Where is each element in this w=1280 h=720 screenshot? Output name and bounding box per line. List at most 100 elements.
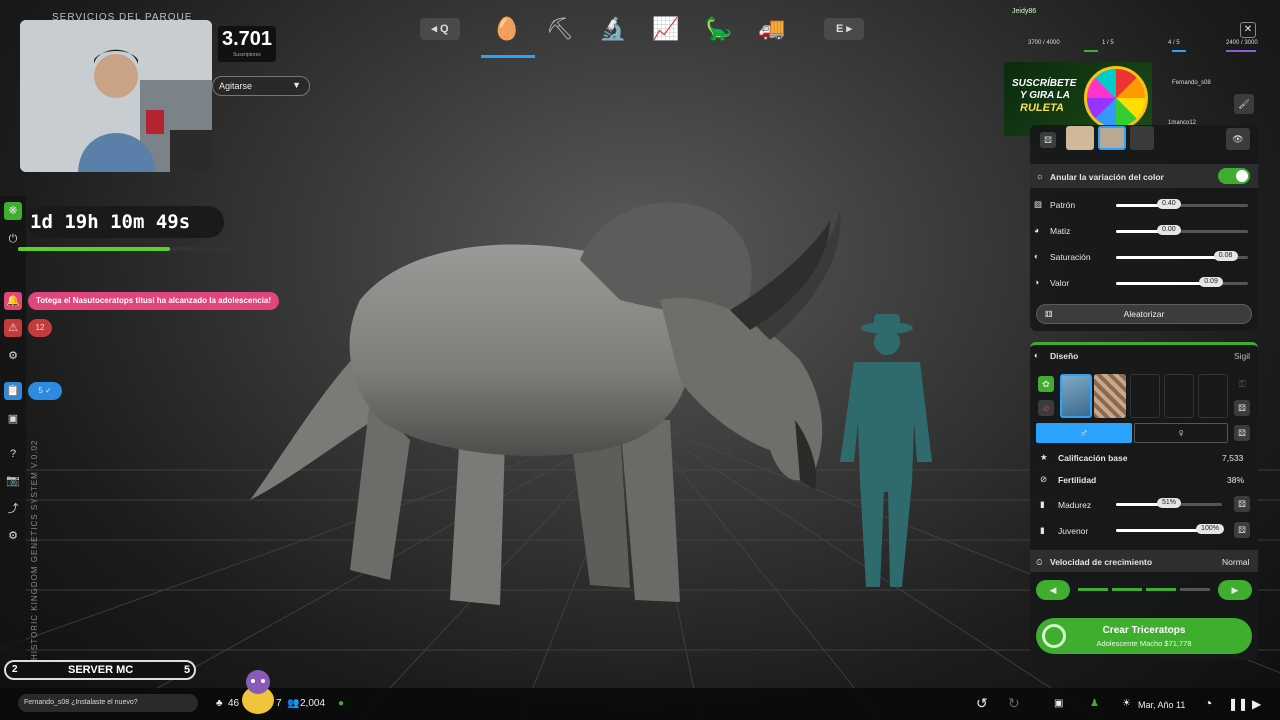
timer-progress-fill [18,247,170,251]
slider-label: Matiz [1050,226,1071,236]
slider-fill [1116,282,1212,285]
camera-icon[interactable]: 📷 [4,472,22,490]
bell-icon[interactable]: 🔔 [4,292,22,310]
promo-line2: Y GIRA LA [1020,90,1071,101]
alerts-count-badge[interactable]: 12 [28,319,52,337]
growth-step-1 [1078,588,1108,591]
palette-icon: ◐ [1034,350,1040,360]
growth-increase-button[interactable]: ▶ [1218,580,1252,600]
design-slot-2[interactable] [1094,374,1126,418]
juvenile-value[interactable]: 100% [1196,524,1224,534]
paint-brush-icon[interactable]: 🖌 [1234,94,1254,114]
lock-icon[interactable]: ⚿ [1234,376,1250,392]
subscriber-counter: 3.701 Suscriptores [218,26,276,62]
male-gender-button[interactable]: ♂ [1036,423,1132,443]
design-slot-1[interactable] [1060,374,1092,418]
money-icon: ● [338,698,345,709]
design-slot-3[interactable] [1130,374,1160,418]
base-rating-value: 7,533 [1222,453,1244,463]
mascot-icon [236,666,280,716]
clipboard-icon[interactable]: 📋 [4,382,22,400]
design-slot-5[interactable] [1198,374,1228,418]
dino-list-icon[interactable]: 🦕 [703,14,735,44]
maturity-value[interactable]: 51% [1157,498,1181,508]
dice-icon-5[interactable]: ⚄ [1234,522,1250,538]
excavation-icon[interactable]: ⛏ [544,14,576,44]
speed-dial-icon[interactable]: ◔ [1204,695,1212,711]
chevron-down-icon: ▼ [292,80,301,90]
play-icon[interactable]: ▶ [1252,697,1261,711]
tasks-count-badge[interactable]: 5 ✓ [28,382,62,400]
redo-icon[interactable]: ↻ [1008,695,1020,712]
growth-decrease-button[interactable]: ◀ [1036,580,1070,600]
help-icon[interactable]: ? [4,445,22,463]
undo-icon[interactable]: ↺ [976,695,988,712]
create-sublabel: Adolescente Macho $71,778 [1096,639,1192,648]
stat-bar-3 [1226,50,1256,52]
server-left-number: 2 [12,664,18,675]
route-icon[interactable]: ⤴ [4,500,22,518]
dino-count: 46 [228,698,240,709]
dice-icon-3[interactable]: ⚄ [1234,425,1250,441]
gene-block-icon[interactable]: ⊘ [1038,400,1054,416]
pause-icon[interactable]: ❚❚ [1228,697,1248,711]
streamer-webcam [20,20,212,172]
fertility-label: Fertilidad [1058,475,1097,485]
camera-mode-icon[interactable]: ▣ [1054,698,1063,709]
growth-step-4 [1180,588,1210,591]
dino-count-2: 7 [276,698,282,709]
dna-icon[interactable]: ❋ [4,202,22,220]
create-triceratops-button[interactable]: Crear Triceratops Adolescente Macho $71,… [1036,618,1252,654]
settings-icon[interactable]: ⚙ [4,527,22,545]
slider-value[interactable]: 0.08 [1213,251,1238,261]
server-banner: 2 SERVER MC 5 [4,660,196,680]
slider-value[interactable]: 0.09 [1199,277,1224,287]
subscriber-label: Suscriptores [233,52,261,58]
base-rating-label: Calificación base [1058,453,1128,463]
slider-label: Saturación [1050,252,1091,262]
dice-icon-4[interactable]: ⚄ [1234,496,1250,512]
dice-icon-2[interactable]: ⚄ [1234,400,1250,416]
left-sidebar [0,196,26,666]
female-icon: ♀ [1176,426,1186,440]
randomize-button[interactable]: ⚅ Aleatorizar [1036,304,1252,324]
next-tab-key[interactable]: E ▸ [824,18,864,40]
slider-label: Valor [1050,278,1070,288]
prev-tab-key[interactable]: ◂ Q [420,18,460,40]
triceratops-model[interactable] [240,190,860,630]
slider-value[interactable]: 0.40 [1156,199,1181,209]
close-icon[interactable]: ✕ [1240,22,1256,38]
warning-icon[interactable]: ⚠ [4,319,22,337]
power-icon[interactable]: ⏻ [4,230,22,248]
person-icon[interactable]: ♟ [1090,698,1099,709]
egg-icon[interactable]: 🥚 [491,14,523,44]
color-swatch-3[interactable] [1130,126,1154,150]
color-swatch-1[interactable] [1066,126,1094,150]
color-swatch-2[interactable] [1098,126,1126,150]
fertility-icon: ⊘ [1040,474,1048,484]
female-gender-button[interactable]: ♀ [1134,423,1228,443]
chart-icon[interactable]: 📈 [650,14,682,44]
notification-banner[interactable]: Totega el Nasutoceratops titusi ha alcan… [28,292,280,310]
override-color-toggle[interactable] [1218,168,1250,184]
stat-3: 4 / 5 [1168,40,1180,46]
transport-icon[interactable]: 🚚 [756,14,788,44]
stat-bar-2 [1172,50,1186,52]
dice-icon[interactable]: ⚄ [1040,132,1056,148]
star-icon: ★ [1040,452,1048,462]
mood-dropdown-value: Agitarse [219,81,253,91]
randomize-label: Aleatorizar [1123,309,1165,319]
weather-icon: ☀ [1122,698,1131,709]
microscope-icon[interactable]: 🔬 [597,14,629,44]
stat-1: 3700 / 4000 [1028,40,1060,46]
design-slot-4[interactable] [1164,374,1194,418]
book-icon[interactable]: ▣ [4,410,22,428]
override-color-label: Anular la variación del color [1050,172,1164,182]
slider-value[interactable]: 0.00 [1156,225,1181,235]
gear-icon[interactable]: ⚙ [4,347,22,365]
mood-dropdown[interactable]: Agitarse ▼ [212,76,310,96]
hide-icon[interactable]: 👁 [1226,128,1250,150]
juvenile-label: Juvenor [1058,526,1089,536]
gene-active-icon[interactable]: ✿ [1038,376,1054,392]
genetics-system-label: HISTORIC KINGDOM GENETICS SYSTEM V.0.02 [30,439,39,660]
